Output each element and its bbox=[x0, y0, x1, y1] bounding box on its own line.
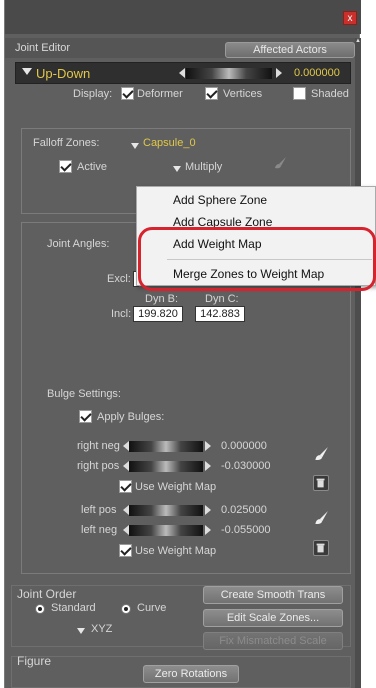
use-weight-map-checkbox-2[interactable] bbox=[119, 544, 132, 557]
joint-angles-label: Joint Angles: bbox=[47, 238, 110, 250]
left-neg-label: left neg bbox=[81, 524, 118, 536]
vertical-scrollbar[interactable]: ▲ bbox=[355, 38, 361, 688]
order-dropdown[interactable]: XYZ bbox=[91, 623, 112, 635]
left-pos-value[interactable]: 0.025000 bbox=[221, 504, 267, 516]
menu-item-add-capsule-zone[interactable]: Add Capsule Zone bbox=[137, 211, 376, 233]
paint-brush-icon[interactable] bbox=[273, 156, 287, 170]
scroll-up-arrow-icon[interactable]: ▲ bbox=[355, 38, 361, 48]
vertices-checkbox[interactable] bbox=[205, 87, 218, 100]
active-checkbox[interactable] bbox=[59, 160, 72, 173]
right-paint-brush-icon[interactable] bbox=[313, 446, 329, 462]
close-button[interactable]: x bbox=[343, 11, 357, 25]
curve-label: Curve bbox=[137, 602, 167, 614]
zone-dropdown[interactable]: Capsule_0 bbox=[143, 137, 196, 149]
fix-mismatched-scale-button: Fix Mismatched Scale bbox=[203, 632, 343, 650]
menu-separator bbox=[167, 259, 372, 260]
parameter-name: Up-Down bbox=[36, 66, 91, 81]
vertices-label: Vertices bbox=[223, 88, 263, 100]
dial-decrement-arrow-icon[interactable] bbox=[179, 68, 185, 78]
parameter-dial[interactable] bbox=[186, 68, 272, 79]
dyn-b-label: Dyn B: bbox=[145, 293, 179, 305]
bulge-settings-label: Bulge Settings: bbox=[47, 388, 121, 400]
title-bar: x bbox=[5, 0, 361, 34]
right-neg-dial[interactable] bbox=[129, 441, 203, 452]
left-neg-dial[interactable] bbox=[129, 525, 203, 536]
left-pos-dial[interactable] bbox=[129, 505, 203, 516]
edit-scale-zones-button[interactable]: Edit Scale Zones... bbox=[203, 609, 343, 627]
affected-actors-button[interactable]: Affected Actors bbox=[225, 42, 355, 58]
display-label: Display: bbox=[73, 88, 113, 100]
curve-radio[interactable] bbox=[121, 603, 131, 615]
multiply-dropdown[interactable]: Multiply bbox=[185, 161, 222, 173]
menu-item-add-weight-map[interactable]: Add Weight Map bbox=[137, 233, 376, 255]
falloff-zones-label: Falloff Zones: bbox=[33, 137, 100, 149]
incl-label: Incl: bbox=[111, 308, 132, 320]
use-weight-map-label-2: Use Weight Map bbox=[135, 545, 217, 557]
parameter-value[interactable]: 0.000000 bbox=[294, 67, 340, 79]
left-neg-value[interactable]: -0.055000 bbox=[221, 524, 271, 536]
left-paint-brush-icon[interactable] bbox=[313, 510, 329, 526]
standard-label: Standard bbox=[51, 602, 96, 614]
expand-triangle-icon[interactable] bbox=[22, 68, 32, 75]
right-pos-label: right pos bbox=[77, 460, 120, 472]
left-pos-increment-icon[interactable] bbox=[205, 505, 211, 515]
dial-increment-arrow-icon[interactable] bbox=[276, 68, 282, 78]
deformer-label: Deformer bbox=[137, 88, 183, 100]
use-weight-map-label-1: Use Weight Map bbox=[135, 481, 217, 493]
figure-label: Figure bbox=[17, 654, 52, 668]
right-neg-value[interactable]: 0.000000 bbox=[221, 440, 267, 452]
create-smooth-trans-button[interactable]: Create Smooth Trans bbox=[203, 586, 343, 604]
joint-editor-panel: x Joint Editor Affected Actors ▲ Up-Down… bbox=[4, 0, 361, 688]
context-menu: Add Sphere Zone Add Capsule Zone Add Wei… bbox=[136, 186, 376, 286]
right-trash-icon[interactable] bbox=[313, 475, 329, 491]
left-pos-label: left pos bbox=[81, 504, 117, 516]
panel-title: Joint Editor bbox=[15, 42, 71, 54]
zone-dropdown-arrow-icon[interactable] bbox=[131, 140, 139, 152]
order-dropdown-arrow-icon[interactable] bbox=[77, 625, 85, 637]
menu-item-merge-zones[interactable]: Merge Zones to Weight Map bbox=[137, 263, 376, 285]
deformer-checkbox[interactable] bbox=[121, 87, 134, 100]
dyn-c-field[interactable]: 142.883 bbox=[195, 306, 245, 322]
left-trash-icon[interactable] bbox=[313, 540, 329, 556]
left-neg-increment-icon[interactable] bbox=[205, 525, 211, 535]
shaded-checkbox[interactable] bbox=[293, 87, 306, 100]
apply-bulges-label: Apply Bulges: bbox=[97, 411, 165, 423]
panel-header: Joint Editor Affected Actors bbox=[5, 38, 355, 58]
use-weight-map-checkbox-1[interactable] bbox=[119, 480, 132, 493]
right-neg-label: right neg bbox=[77, 440, 120, 452]
excl-label: Excl: bbox=[107, 273, 131, 285]
zero-rotations-button[interactable]: Zero Rotations bbox=[143, 665, 239, 683]
parameter-dial-row: Up-Down 0.000000 bbox=[15, 62, 351, 84]
dyn-c-label: Dyn C: bbox=[205, 293, 239, 305]
menu-item-add-sphere-zone[interactable]: Add Sphere Zone bbox=[137, 189, 376, 211]
active-label: Active bbox=[77, 161, 107, 173]
right-neg-increment-icon[interactable] bbox=[205, 441, 211, 451]
dyn-b-field[interactable]: 199.820 bbox=[133, 306, 183, 322]
shaded-label: Shaded bbox=[311, 88, 349, 100]
right-pos-value[interactable]: -0.030000 bbox=[221, 460, 271, 472]
standard-radio[interactable] bbox=[35, 603, 45, 615]
joint-order-label: Joint Order bbox=[17, 587, 77, 601]
multiply-dropdown-arrow-icon[interactable] bbox=[173, 163, 181, 175]
right-pos-dial[interactable] bbox=[129, 461, 203, 472]
apply-bulges-checkbox[interactable] bbox=[79, 410, 92, 423]
right-pos-increment-icon[interactable] bbox=[205, 461, 211, 471]
